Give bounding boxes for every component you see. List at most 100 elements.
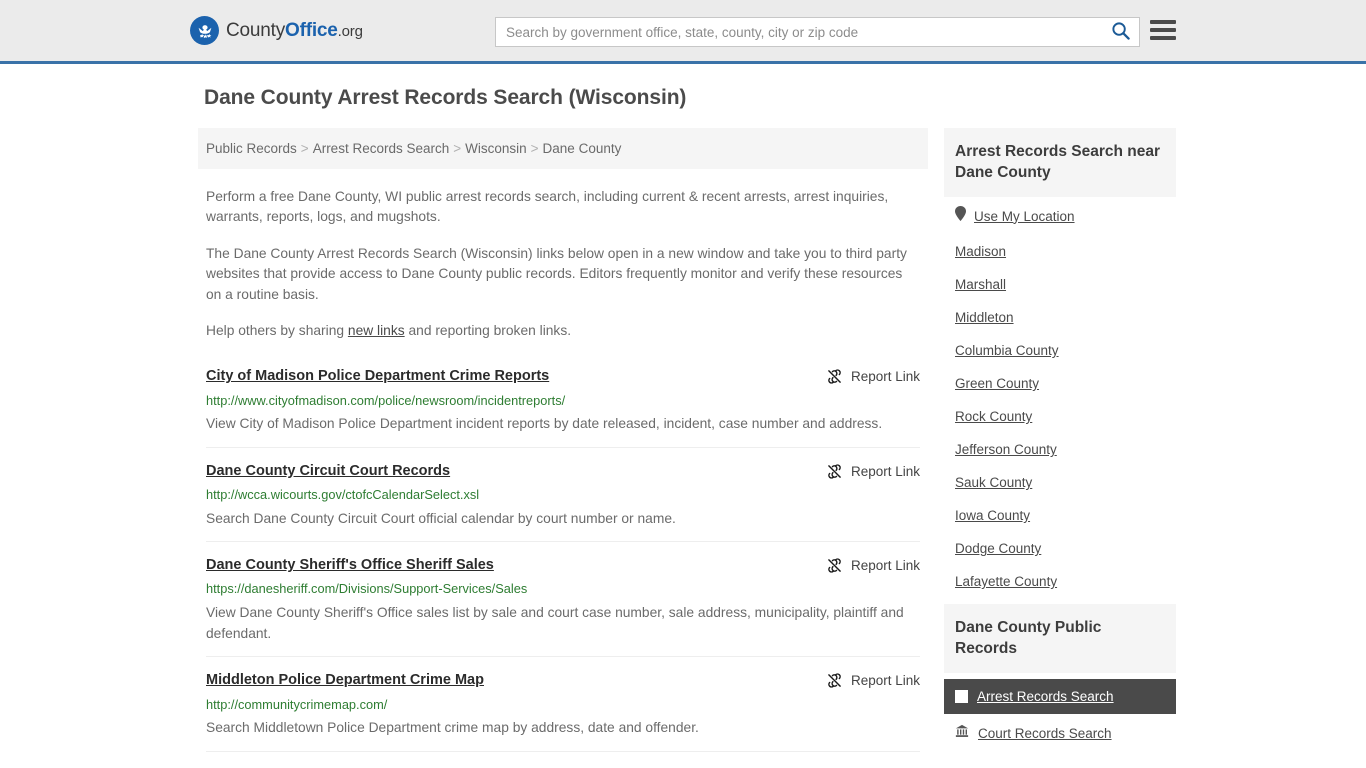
result-url[interactable]: http://wcca.wicourts.gov/ctofcCalendarSe… [206,487,920,504]
eagle-seal-icon [190,16,219,45]
sidebar-link-label[interactable]: Middleton [955,310,1014,325]
result-url[interactable]: https://danesheriff.com/Divisions/Suppor… [206,581,920,598]
result-title-link[interactable]: Dane County Sheriff's Office Sheriff Sal… [206,556,494,574]
breadcrumb-item-wisconsin[interactable]: Wisconsin [465,141,527,156]
result-header: Dane County Circuit Court Records Report… [206,462,920,480]
site-logo[interactable]: CountyOffice.org [190,16,363,45]
sidebar-link-label[interactable]: Iowa County [955,508,1030,523]
page-title: Dane County Arrest Records Search (Wisco… [204,86,687,109]
search-icon [1111,21,1130,43]
sidebar-link-label[interactable]: Columbia County [955,343,1059,358]
sidebar-link-label[interactable]: Court Records Search [978,726,1112,741]
hamburger-bar [1150,20,1176,24]
sidebar-link-label[interactable]: Lafayette County [955,574,1057,589]
public-records-box: Dane County Public Records Arrest Record… [944,604,1176,753]
sidebar-item-use-my-location[interactable]: Use My Location [955,197,1165,235]
logo-text-tld: .org [337,22,363,40]
report-link-button[interactable]: Report Link [826,556,920,574]
report-link-button[interactable]: Report Link [826,462,920,480]
page-body: Dane County Arrest Records Search (Wisco… [0,64,1366,768]
search-input[interactable] [496,18,1101,46]
report-link-label: Report Link [850,463,920,479]
result-title-link[interactable]: Middleton Police Department Crime Map [206,671,484,689]
result-title-link[interactable]: Dane County Circuit Court Records [206,462,450,480]
new-links-link[interactable]: new links [348,323,405,338]
result-item: Dane County Sheriff's Office Sheriff Sal… [206,541,920,656]
sidebar-item-green-county[interactable]: Green County [955,367,1165,400]
breadcrumb-separator: > [300,141,309,156]
intro-paragraph-3: Help others by sharing new links and rep… [206,321,920,341]
result-item: City of Madison Police Department Crime … [206,363,920,446]
sidebar-item-jefferson-county[interactable]: Jefferson County [955,433,1165,466]
hamburger-bar [1150,36,1176,40]
result-item: Dane County Circuit Court Records Report… [206,446,920,541]
report-link-button[interactable]: Report Link [826,671,920,689]
sidebar-link-label[interactable]: Rock County [955,409,1032,424]
sidebar-item-sauk-county[interactable]: Sauk County [955,466,1165,499]
search-bar[interactable] [495,17,1140,47]
hamburger-bar [1150,28,1176,32]
broken-link-icon [826,463,843,480]
result-title-link[interactable]: City of Madison Police Department Crime … [206,367,549,385]
courthouse-icon [955,724,969,743]
hamburger-menu-icon[interactable] [1150,20,1176,40]
intro-text: Perform a free Dane County, WI public ar… [198,187,928,341]
intro-paragraph-2: The Dane County Arrest Records Search (W… [206,245,907,302]
site-header: CountyOffice.org [0,0,1366,64]
sidebar-link-label[interactable]: Marshall [955,277,1006,292]
result-description: Search Dane County Circuit Court officia… [206,510,676,526]
sidebar-item-columbia-county[interactable]: Columbia County [955,334,1165,367]
result-description: View Dane County Sheriff's Office sales … [206,605,904,641]
sidebar-item-court-records-search[interactable]: Court Records Search [944,714,1176,753]
nearby-search-list: Use My Location Madison Marshall Middlet… [944,197,1176,598]
result-item: Middleton Police Department Crime Map Re… [206,656,920,750]
intro-p3-before: Help others by sharing [206,323,348,339]
result-header: Middleton Police Department Crime Map Re… [206,671,920,689]
logo-wordmark: CountyOffice.org [226,20,363,42]
logo-text-county: County [226,19,286,41]
report-link-label: Report Link [850,673,920,689]
result-url[interactable]: http://www.cityofmadison.com/police/news… [206,393,920,410]
sidebar-link-label[interactable]: Green County [955,376,1039,391]
result-description: View City of Madison Police Department i… [206,416,883,432]
document-square-icon [955,690,968,704]
main-column: Public Records > Arrest Records Search > Wis… [198,128,928,768]
content-columns: Public Records > Arrest Records Search > Wis… [198,128,1366,768]
breadcrumb-item-public-records[interactable]: Public Records [206,141,297,156]
result-url[interactable]: http://communitycrimemap.com/ [206,697,920,714]
intro-p3-after: and reporting broken links. [404,323,572,339]
search-button[interactable] [1101,18,1139,46]
breadcrumb: Public Records > Arrest Records Search > Wis… [198,128,928,169]
nearby-search-heading: Arrest Records Search near Dane County [944,128,1176,198]
report-link-button[interactable]: Report Link [826,367,920,385]
sidebar-item-arrest-records-search[interactable]: Arrest Records Search [944,679,1176,715]
logo-text-office: Office [285,19,338,41]
sidebar-item-middleton[interactable]: Middleton [955,301,1165,334]
result-item: Middleton Police Department Crime Report… [206,750,920,768]
breadcrumb-item-arrest-records-search[interactable]: Arrest Records Search [313,141,450,156]
sidebar-link-label[interactable]: Jefferson County [955,442,1057,457]
breadcrumb-separator: > [453,141,462,156]
intro-paragraph-1: Perform a free Dane County, WI public ar… [206,189,889,225]
result-description: Search Middletown Police Department crim… [206,720,699,736]
result-header: Dane County Sheriff's Office Sheriff Sal… [206,556,920,574]
sidebar-item-dodge-county[interactable]: Dodge County [955,532,1165,565]
sidebar-item-lafayette-county[interactable]: Lafayette County [955,565,1165,598]
sidebar-link-label[interactable]: Sauk County [955,475,1032,490]
report-link-label: Report Link [850,558,920,574]
map-pin-icon [955,206,966,226]
public-records-list: Arrest Records Search Court Records Sear… [944,679,1176,753]
sidebar-item-iowa-county[interactable]: Iowa County [955,499,1165,532]
sidebar-link-label[interactable]: Use My Location [974,209,1075,224]
breadcrumb-item-dane-county[interactable]: Dane County [543,141,622,156]
sidebar-link-label[interactable]: Madison [955,244,1006,259]
broken-link-icon [826,557,843,574]
sidebar-link-label[interactable]: Arrest Records Search [977,689,1114,704]
breadcrumb-separator: > [530,141,539,156]
sidebar-item-marshall[interactable]: Marshall [955,268,1165,301]
sidebar-link-label[interactable]: Dodge County [955,541,1041,556]
sidebar-item-rock-county[interactable]: Rock County [955,400,1165,433]
sidebar-item-madison[interactable]: Madison [955,235,1165,268]
results-list: City of Madison Police Department Crime … [198,363,928,768]
broken-link-icon [826,672,843,689]
